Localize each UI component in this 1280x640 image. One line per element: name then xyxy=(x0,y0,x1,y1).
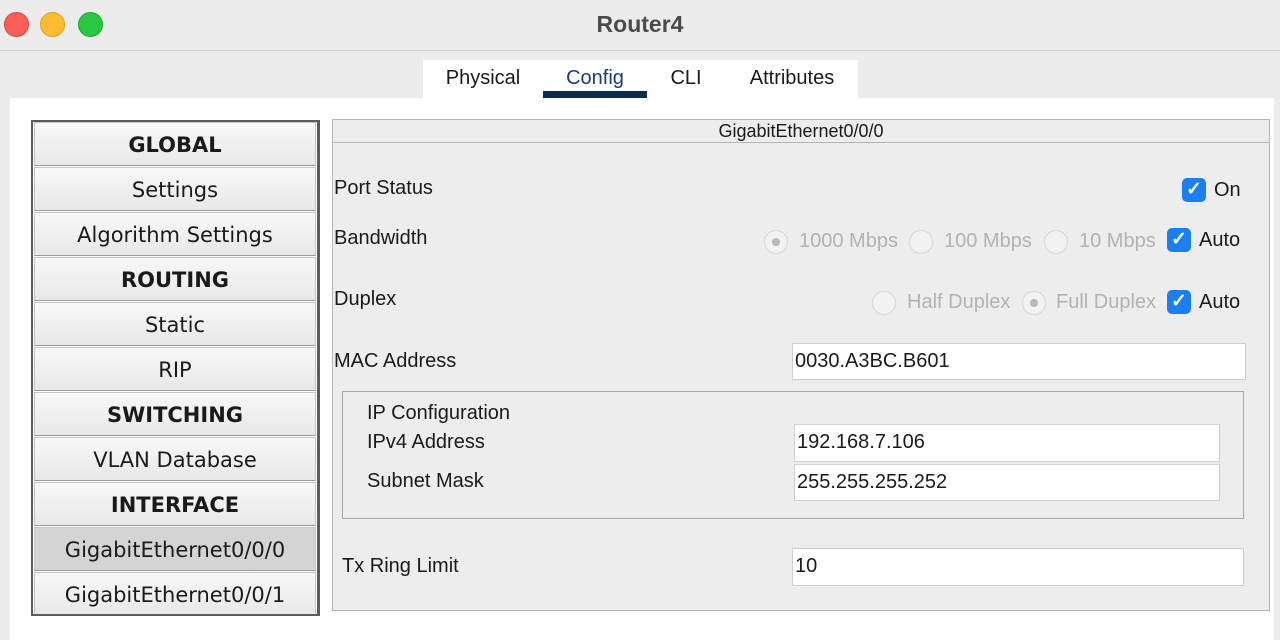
tx-ring-limit-label: Tx Ring Limit xyxy=(342,555,459,577)
half-duplex-label: Half Duplex xyxy=(907,291,1011,313)
sidebar-item-gigabitethernet0-0-0[interactable]: GigabitEthernet0/0/0 xyxy=(34,527,316,571)
duplex-auto-checkbox[interactable]: ✓ xyxy=(1167,290,1191,314)
sidebar-item-rip[interactable]: RIP xyxy=(34,347,316,391)
subnet-mask-field[interactable]: 255.255.255.252 xyxy=(794,464,1220,501)
config-content: GLOBAL Settings Algorithm Settings ROUTI… xyxy=(10,98,1274,640)
config-sidebar: GLOBAL Settings Algorithm Settings ROUTI… xyxy=(31,120,320,616)
sidebar-item-static[interactable]: Static xyxy=(34,302,316,346)
mac-address-field[interactable]: 0030.A3BC.B601 xyxy=(792,343,1246,380)
subnet-mask-label: Subnet Mask xyxy=(367,470,484,492)
ip-configuration-title: IP Configuration xyxy=(367,402,511,424)
tx-ring-limit-field[interactable]: 10 xyxy=(792,548,1244,586)
bandwidth-10-radio[interactable] xyxy=(1044,230,1068,254)
ip-configuration-group: IP Configuration IPv4 Address 192.168.7.… xyxy=(342,391,1244,519)
sidebar-header-interface: INTERFACE xyxy=(34,482,316,526)
duplex-label: Duplex xyxy=(334,288,397,310)
bandwidth-auto-checkbox[interactable]: ✓ xyxy=(1167,228,1191,252)
ipv4-address-field[interactable]: 192.168.7.106 xyxy=(794,424,1220,462)
sidebar-header-global: GLOBAL xyxy=(34,122,316,166)
bandwidth-1000-radio[interactable] xyxy=(764,230,788,254)
sidebar-header-switching: SWITCHING xyxy=(34,392,316,436)
sidebar-item-settings[interactable]: Settings xyxy=(34,167,316,211)
full-duplex-radio[interactable] xyxy=(1022,291,1046,315)
full-duplex-label: Full Duplex xyxy=(1056,291,1157,313)
interface-config-panel: GigabitEthernet0/0/0 Port Status ✓ On Ba… xyxy=(332,119,1270,611)
port-status-label: Port Status xyxy=(334,177,433,199)
sidebar-item-algorithm-settings[interactable]: Algorithm Settings xyxy=(34,212,316,256)
bandwidth-100-radio[interactable] xyxy=(909,230,933,254)
bandwidth-auto-label: Auto xyxy=(1199,229,1241,251)
tab-config[interactable]: Config xyxy=(543,60,647,98)
sidebar-item-vlan-database[interactable]: VLAN Database xyxy=(34,437,316,481)
tab-cli[interactable]: CLI xyxy=(659,60,713,98)
bandwidth-10-label: 10 Mbps xyxy=(1079,230,1156,252)
bandwidth-1000-label: 1000 Mbps xyxy=(799,230,898,252)
tab-attributes[interactable]: Attributes xyxy=(733,60,851,98)
mac-address-label: MAC Address xyxy=(334,350,457,372)
tab-bar: Physical Config CLI Attributes xyxy=(423,60,858,98)
bandwidth-label: Bandwidth xyxy=(334,227,428,249)
interface-title: GigabitEthernet0/0/0 xyxy=(333,120,1269,143)
sidebar-header-routing: ROUTING xyxy=(34,257,316,301)
port-status-on-label: On xyxy=(1214,179,1241,201)
duplex-auto-label: Auto xyxy=(1199,291,1241,313)
title-bar: Router4 xyxy=(0,0,1280,51)
ipv4-address-label: IPv4 Address xyxy=(367,431,485,453)
tab-physical[interactable]: Physical xyxy=(433,60,533,98)
port-status-checkbox[interactable]: ✓ xyxy=(1182,178,1206,202)
sidebar-item-gigabitethernet0-0-1[interactable]: GigabitEthernet0/0/1 xyxy=(34,572,316,614)
window-title: Router4 xyxy=(596,11,684,37)
bandwidth-100-label: 100 Mbps xyxy=(944,230,1032,252)
half-duplex-radio[interactable] xyxy=(872,291,896,315)
